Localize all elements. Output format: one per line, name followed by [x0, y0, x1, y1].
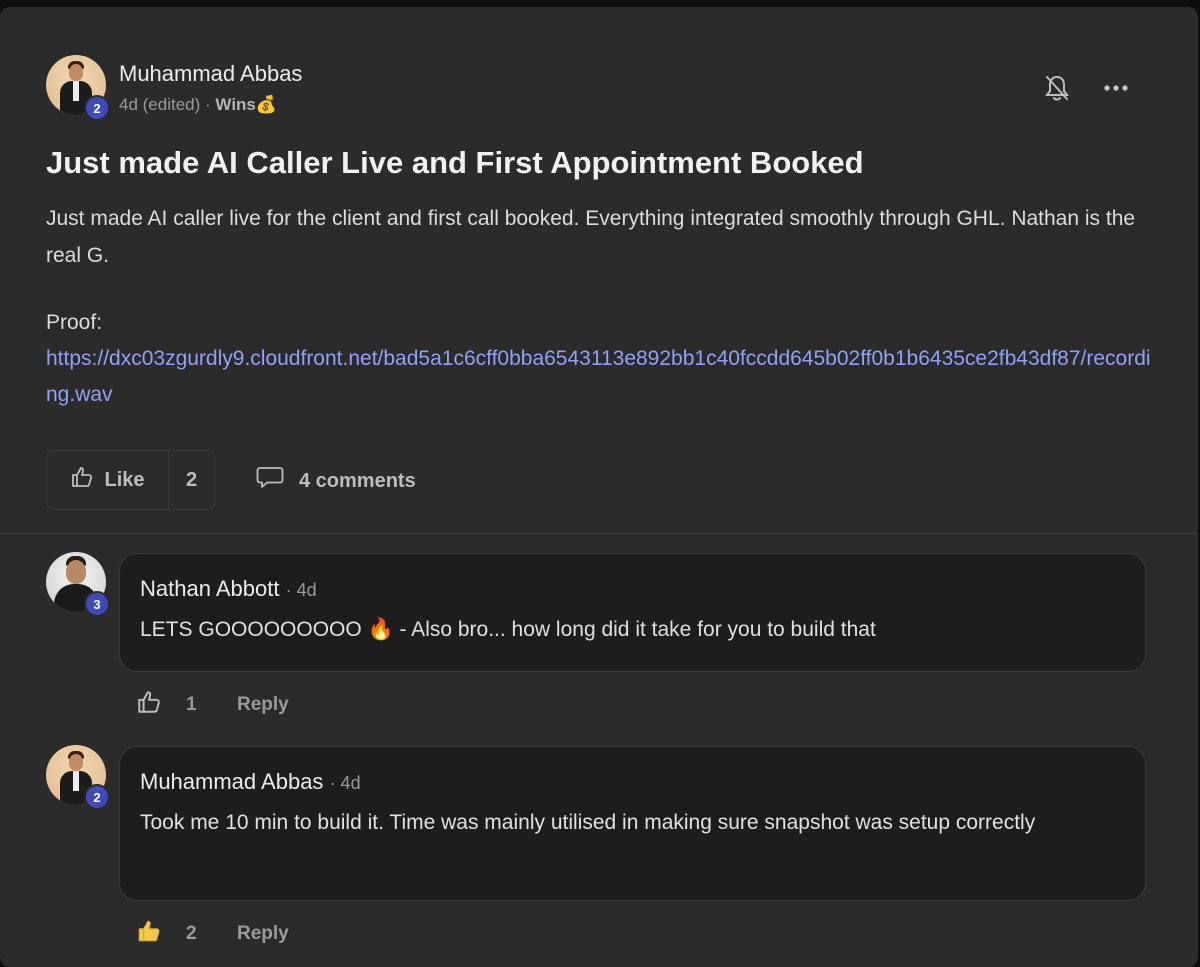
proof-link[interactable]: https://dxc03zgurdly9.cloudfront.net/bad… — [46, 341, 1156, 413]
comment-author-line: Nathan Abbott · 4d — [140, 576, 317, 602]
post-card: 2 Muhammad Abbas 4d (edited) · Wins💰 Jus… — [0, 7, 1198, 967]
comment-author-line: Muhammad Abbas · 4d — [140, 769, 361, 795]
comment-author-level-badge: 3 — [84, 591, 110, 617]
more-dots-icon[interactable] — [1099, 71, 1133, 105]
like-button[interactable]: Like — [47, 451, 169, 509]
comment-bubble: Nathan Abbott · 4d LETS GOOOOOOOOO 🔥 - A… — [119, 553, 1146, 672]
thumbs-up-icon[interactable] — [136, 689, 162, 721]
comment-time: · 4d — [285, 580, 317, 600]
comment-author-name[interactable]: Muhammad Abbas — [140, 769, 323, 794]
comment-author-level-badge: 2 — [84, 784, 110, 810]
proof-label: Proof: — [46, 311, 103, 334]
section-divider — [0, 533, 1198, 534]
thumbs-up-icon — [70, 465, 94, 495]
post-title: Just made AI Caller Live and First Appoi… — [46, 145, 864, 180]
comment-text: LETS GOOOOOOOOO 🔥 - Also bro... how long… — [140, 618, 876, 641]
post-time: 4d (edited) — [119, 95, 201, 114]
comment-actions: 1 Reply — [136, 689, 289, 721]
comment-text: Took me 10 min to build it. Time was mai… — [140, 811, 1036, 834]
like-count[interactable]: 2 — [169, 451, 214, 509]
comment-bubble-icon — [255, 465, 285, 497]
post-author-name[interactable]: Muhammad Abbas — [119, 61, 302, 87]
comment-bubble: Muhammad Abbas · 4d Took me 10 min to bu… — [119, 746, 1146, 901]
reply-button[interactable]: Reply — [237, 923, 289, 945]
reply-button[interactable]: Reply — [237, 694, 289, 716]
author-level-badge: 2 — [84, 95, 110, 121]
comment-like-count[interactable]: 1 — [186, 694, 214, 716]
like-label: Like — [104, 468, 145, 491]
meta-separator: · — [205, 95, 211, 114]
comment-like-count[interactable]: 2 — [186, 923, 214, 945]
comments-button[interactable]: 4 comments — [255, 465, 416, 497]
post-category[interactable]: Wins💰 — [215, 95, 277, 114]
like-control: Like 2 — [46, 450, 215, 510]
post-meta: 4d (edited) · Wins💰 — [119, 95, 277, 115]
thumbs-up-filled-icon[interactable] — [136, 918, 162, 950]
post-body: Just made AI caller live for the client … — [46, 207, 1136, 267]
comment-time: · 4d — [329, 773, 361, 793]
comments-count-label: 4 comments — [299, 469, 416, 492]
comment-author-name[interactable]: Nathan Abbott — [140, 576, 279, 601]
bell-off-icon[interactable] — [1040, 71, 1074, 105]
comment-actions: 2 Reply — [136, 918, 289, 950]
